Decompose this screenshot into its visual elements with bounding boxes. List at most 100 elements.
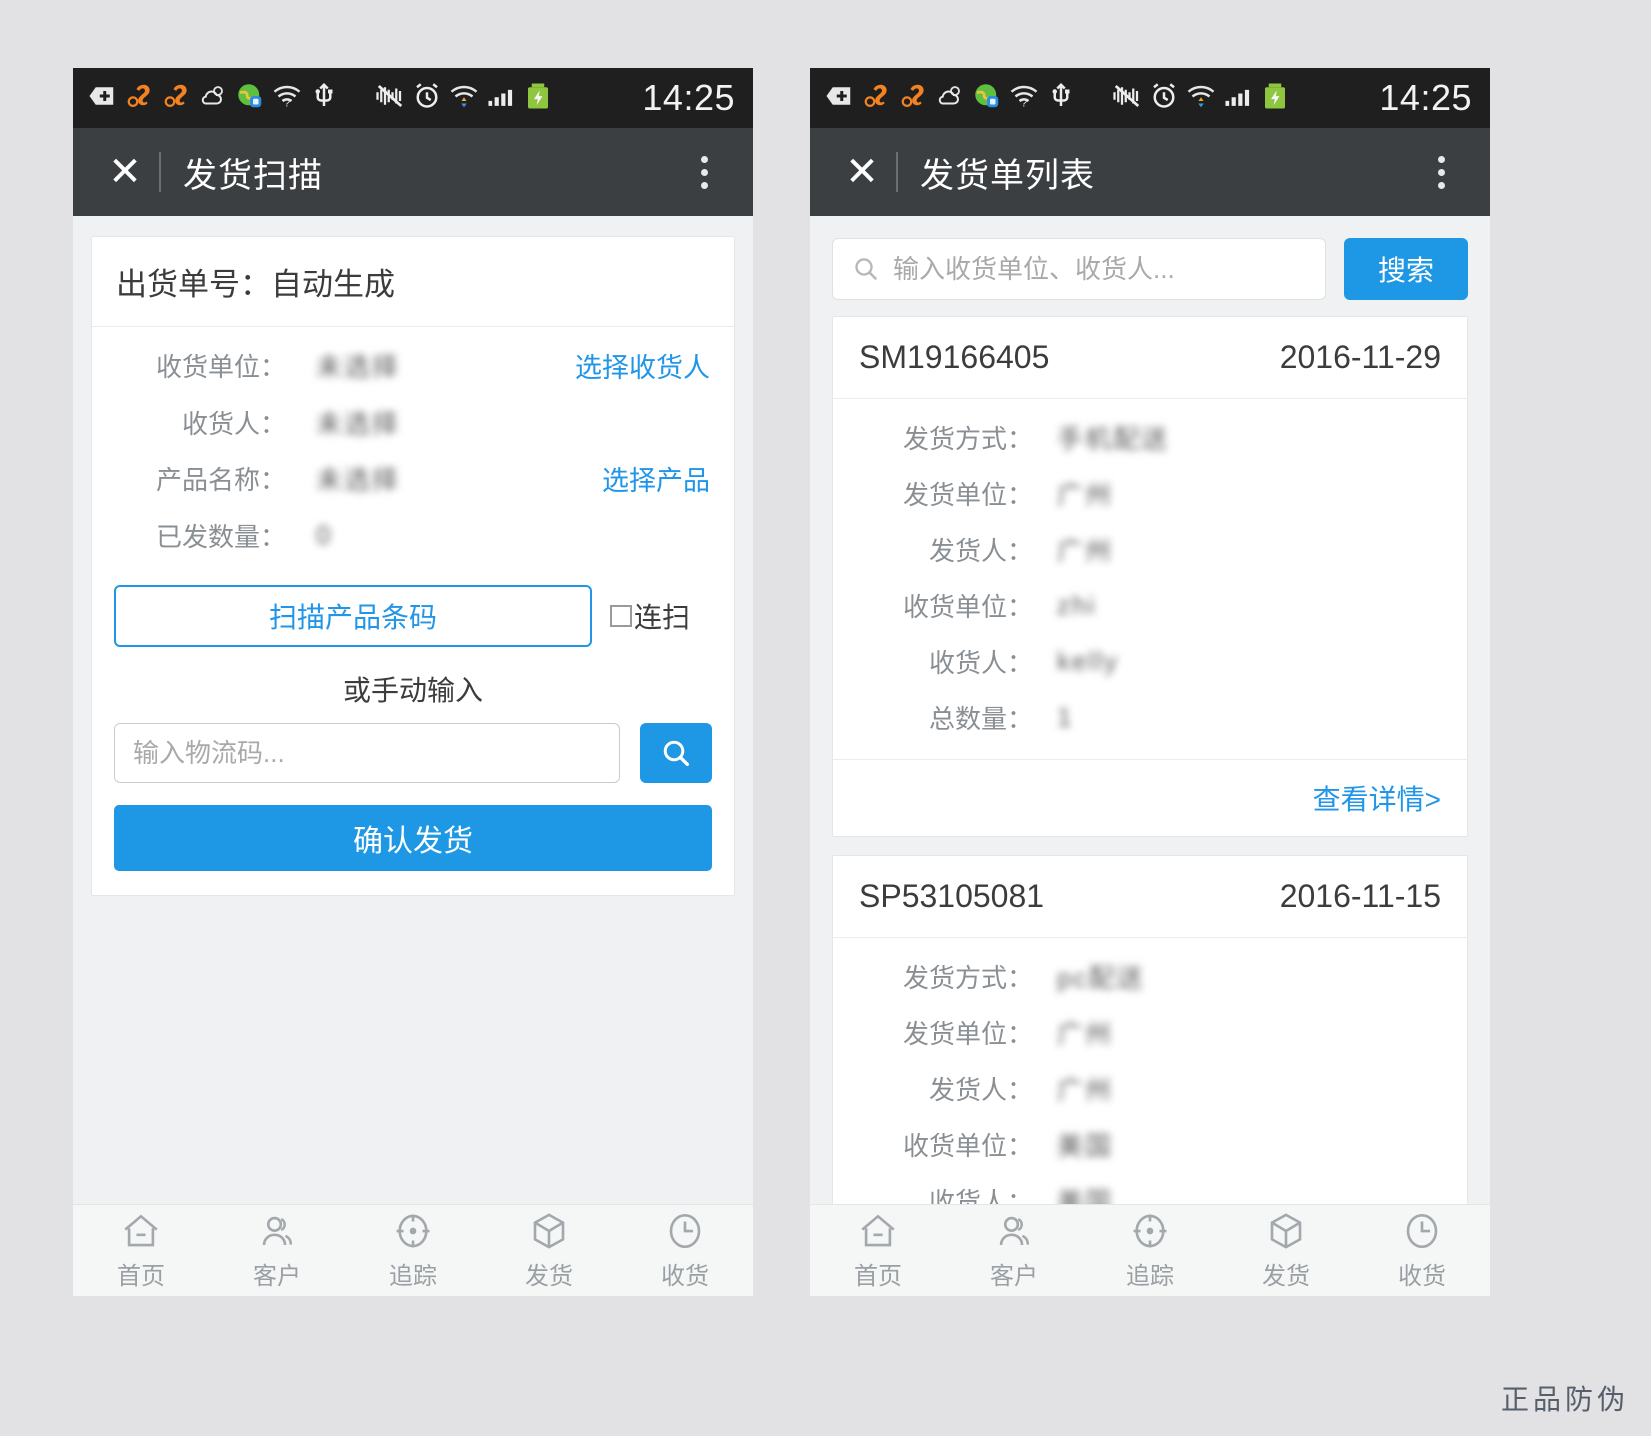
tab-home[interactable]: 首页 <box>810 1210 946 1291</box>
tab-customer[interactable]: 客户 <box>209 1210 345 1291</box>
form-value: 未选择 <box>316 408 401 439</box>
order-number: SM19166405 <box>859 339 1050 375</box>
card-row-shipper-unit: 发货单位： 广州 <box>833 465 1467 521</box>
card-label: 收货单位： <box>902 1130 1033 1161</box>
card-value: 广州 <box>1057 1018 1114 1049</box>
usb-icon <box>309 81 339 116</box>
watermark: 正品防伪 <box>1500 1384 1629 1415</box>
continuous-scan-toggle[interactable]: 连扫 <box>610 596 690 636</box>
logistics-code-input[interactable] <box>114 723 620 783</box>
tab-home[interactable]: 首页 <box>73 1210 209 1291</box>
card-row-consignee-unit: 收货单位： 美国 <box>833 1116 1467 1172</box>
select-product-link[interactable]: 选择产品 <box>602 459 710 498</box>
titlebar-divider <box>896 152 898 192</box>
svg-text:?: ? <box>1021 97 1027 109</box>
logistics-code-row <box>92 723 734 783</box>
box-icon <box>1270 1213 1302 1249</box>
close-icon[interactable]: ✕ <box>836 152 888 192</box>
tab-receive[interactable]: 收货 <box>1354 1210 1490 1291</box>
card-row-ship-method: 发货方式： pc配送 <box>833 948 1467 1004</box>
search-icon <box>855 258 877 280</box>
tab-track[interactable]: 追踪 <box>1082 1210 1218 1291</box>
bottom-tabbar-left: 首页 客户 追踪 发货 收货 <box>73 1204 753 1296</box>
card-label: 发货方式： <box>902 423 1033 454</box>
card-row-shipper: 发货人： 广州 <box>833 521 1467 577</box>
map-location-icon <box>972 81 1002 116</box>
box-icon <box>533 1213 565 1249</box>
card-value: kelly <box>1057 645 1120 676</box>
shipment-list-card[interactable]: SP53105081 2016-11-15 发货方式： pc配送 发货单位： 广… <box>832 855 1468 1204</box>
checkbox-icon[interactable] <box>610 605 632 627</box>
tab-label: 发货 <box>525 1263 573 1290</box>
wifi-signal-icon <box>1186 81 1216 116</box>
card-label: 发货人： <box>928 1074 1033 1105</box>
card-footer: 查看详情> <box>833 759 1467 836</box>
tab-label: 首页 <box>117 1263 165 1290</box>
status-bar-icons: ? <box>87 81 642 116</box>
home-icon <box>124 1214 158 1247</box>
bottom-tabbar-right: 首页 客户 追踪 发货 收货 <box>810 1204 1490 1296</box>
card-rows: 发货方式： pc配送 发货单位： 广州 发货人： 广州 收货单位： 美国 收货人… <box>833 938 1467 1205</box>
card-row-shipper-unit: 发货单位： 广州 <box>833 1004 1467 1060</box>
weather-cloud-icon <box>198 81 228 116</box>
form-label: 已发数量： <box>155 521 286 552</box>
status-bar-clock: 14:25 <box>642 77 735 118</box>
select-consignee-link[interactable]: 选择收货人 <box>575 346 710 385</box>
tab-ship[interactable]: 发货 <box>481 1210 617 1291</box>
card-row-consignee: 收货人： kelly <box>833 633 1467 689</box>
confirm-shipment-button[interactable]: 确认发货 <box>114 805 712 871</box>
tab-label: 客户 <box>253 1263 301 1290</box>
search-input[interactable] <box>893 253 1307 285</box>
view-detail-link[interactable]: 查看详情> <box>1313 784 1441 815</box>
form-row-product-name: 产品名称： 未选择 选择产品 <box>92 450 734 507</box>
users-icon <box>999 1216 1030 1246</box>
cell-signal-icon <box>1223 81 1255 116</box>
or-manual-input-text: 或手动输入 <box>342 675 483 706</box>
card-value: 美国 <box>1057 1130 1114 1161</box>
order-number: SP53105081 <box>859 878 1045 914</box>
status-bar-right: ? 14:25 <box>810 68 1490 128</box>
scan-product-barcode-button[interactable]: 扫描产品条码 <box>114 585 592 647</box>
card-label: 发货人： <box>928 535 1033 566</box>
search-button[interactable]: 搜索 <box>1344 238 1468 300</box>
card-value: 手机配送 <box>1057 423 1170 454</box>
card-label: 收货人： <box>928 1186 1033 1205</box>
page-title: 发货扫描 <box>183 156 323 195</box>
search-field[interactable] <box>832 238 1326 300</box>
tab-customer[interactable]: 客户 <box>946 1210 1082 1291</box>
card-value: zhi <box>1057 589 1097 620</box>
close-icon[interactable]: ✕ <box>99 152 151 192</box>
more-options-icon[interactable] <box>681 155 727 189</box>
uc-browser-icon <box>898 81 928 116</box>
screenshot-stage: ? 14:25 ✕ 发货扫描 出货单号：自动生成 收货单位： 未选择 选择收货人… <box>0 0 1651 1436</box>
status-bar-clock: 14:25 <box>1379 77 1472 118</box>
more-options-icon[interactable] <box>1418 155 1464 189</box>
tab-track[interactable]: 追踪 <box>345 1210 481 1291</box>
card-rows: 发货方式： 手机配送 发货单位： 广州 发货人： 广州 收货单位： zhi 收货… <box>833 399 1467 759</box>
clock-icon <box>1406 1213 1438 1249</box>
tab-ship[interactable]: 发货 <box>1218 1210 1354 1291</box>
weather-cloud-icon <box>935 81 965 116</box>
form-label: 产品名称： <box>155 465 286 495</box>
card-label: 收货单位： <box>902 591 1033 622</box>
card-value: pc配送 <box>1057 962 1145 993</box>
vibrate-mute-icon <box>1112 81 1142 116</box>
form-value: 未选择 <box>316 465 401 495</box>
search-icon <box>663 740 690 767</box>
tab-label: 首页 <box>854 1263 902 1290</box>
order-date: 2016-11-29 <box>1279 339 1441 375</box>
shipping-form-card: 出货单号：自动生成 收货单位： 未选择 选择收货人 收货人： 未选择 产品名称： <box>91 236 735 896</box>
form-value: 未选择 <box>316 352 401 382</box>
form-row-consignee: 收货人： 未选择 <box>92 394 734 450</box>
alarm-clock-icon <box>1149 81 1179 116</box>
users-icon <box>262 1216 293 1246</box>
tab-label: 发货 <box>1262 1263 1310 1290</box>
order-date: 2016-11-15 <box>1279 878 1441 914</box>
shipment-list-card[interactable]: SM19166405 2016-11-29 发货方式： 手机配送 发货单位： 广… <box>832 316 1468 837</box>
status-bar-icons: ? <box>824 81 1379 116</box>
wifi-signal-icon <box>449 81 479 116</box>
right-screen-body: 搜索 SM19166405 2016-11-29 发货方式： 手机配送 发货单位… <box>810 216 1490 1204</box>
logistics-code-search-button[interactable] <box>640 723 712 783</box>
alarm-clock-icon <box>412 81 442 116</box>
tab-receive[interactable]: 收货 <box>617 1210 753 1291</box>
